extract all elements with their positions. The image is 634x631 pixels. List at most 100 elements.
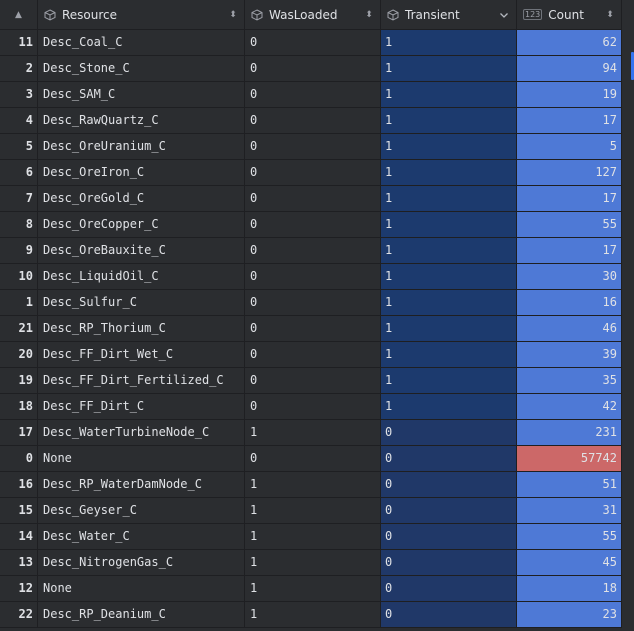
cell-transient[interactable]: 1	[381, 238, 517, 264]
cell-wasloaded[interactable]: 1	[245, 472, 381, 498]
cell-wasloaded[interactable]: 0	[245, 290, 381, 316]
cell-resource[interactable]: Desc_OreGold_C	[38, 186, 245, 212]
cell-count[interactable]: 62	[517, 30, 622, 56]
row-number[interactable]: 18	[0, 394, 38, 420]
column-header-transient[interactable]: Transient	[381, 0, 517, 29]
row-number[interactable]: 1	[0, 290, 38, 316]
cell-resource[interactable]: Desc_LiquidOil_C	[38, 264, 245, 290]
cell-transient[interactable]: 1	[381, 56, 517, 82]
cell-count[interactable]: 51	[517, 472, 622, 498]
cell-count[interactable]: 17	[517, 186, 622, 212]
cell-resource[interactable]: Desc_Water_C	[38, 524, 245, 550]
cell-transient[interactable]: 0	[381, 602, 517, 628]
cell-transient[interactable]: 1	[381, 134, 517, 160]
table-row[interactable]: 5 Desc_OreUranium_C 0 1 5	[0, 134, 622, 160]
row-number[interactable]: 2	[0, 56, 38, 82]
row-number[interactable]: 4	[0, 108, 38, 134]
cell-resource[interactable]: Desc_OreBauxite_C	[38, 238, 245, 264]
cell-resource[interactable]: Desc_Geyser_C	[38, 498, 245, 524]
cell-transient[interactable]: 1	[381, 394, 517, 420]
row-number[interactable]: 9	[0, 238, 38, 264]
cell-wasloaded[interactable]: 1	[245, 576, 381, 602]
cell-transient[interactable]: 1	[381, 108, 517, 134]
row-number[interactable]: 21	[0, 316, 38, 342]
row-number[interactable]: 7	[0, 186, 38, 212]
cell-count[interactable]: 57742	[517, 446, 622, 472]
cell-count[interactable]: 231	[517, 420, 622, 446]
cell-transient[interactable]: 1	[381, 342, 517, 368]
table-row[interactable]: 17 Desc_WaterTurbineNode_C 1 0 231	[0, 420, 622, 446]
cell-wasloaded[interactable]: 0	[245, 238, 381, 264]
cell-transient[interactable]: 1	[381, 30, 517, 56]
row-number[interactable]: 3	[0, 82, 38, 108]
cell-count[interactable]: 31	[517, 498, 622, 524]
table-row[interactable]: 10 Desc_LiquidOil_C 0 1 30	[0, 264, 622, 290]
cell-transient[interactable]: 0	[381, 446, 517, 472]
sort-icon[interactable]: ⬍	[605, 10, 615, 20]
cell-resource[interactable]: Desc_SAM_C	[38, 82, 245, 108]
cell-transient[interactable]: 1	[381, 316, 517, 342]
table-row[interactable]: 6 Desc_OreIron_C 0 1 127	[0, 160, 622, 186]
cell-wasloaded[interactable]: 0	[245, 160, 381, 186]
row-number[interactable]: 16	[0, 472, 38, 498]
cell-wasloaded[interactable]: 0	[245, 82, 381, 108]
cell-resource[interactable]: Desc_OreIron_C	[38, 160, 245, 186]
table-row[interactable]: 18 Desc_FF_Dirt_C 0 1 42	[0, 394, 622, 420]
table-row[interactable]: 7 Desc_OreGold_C 0 1 17	[0, 186, 622, 212]
cell-resource[interactable]: Desc_OreCopper_C	[38, 212, 245, 238]
cell-count[interactable]: 18	[517, 576, 622, 602]
cell-count[interactable]: 35	[517, 368, 622, 394]
cell-wasloaded[interactable]: 1	[245, 524, 381, 550]
table-row[interactable]: 16 Desc_RP_WaterDamNode_C 1 0 51	[0, 472, 622, 498]
cell-resource[interactable]: Desc_FF_Dirt_Wet_C	[38, 342, 245, 368]
cell-transient[interactable]: 1	[381, 368, 517, 394]
row-number[interactable]: 0	[0, 446, 38, 472]
cell-count[interactable]: 55	[517, 524, 622, 550]
cell-count[interactable]: 46	[517, 316, 622, 342]
cell-transient[interactable]: 0	[381, 420, 517, 446]
table-row[interactable]: 12 None 1 0 18	[0, 576, 622, 602]
row-number[interactable]: 22	[0, 602, 38, 628]
cell-transient[interactable]: 0	[381, 524, 517, 550]
table-row[interactable]: 22 Desc_RP_Deanium_C 1 0 23	[0, 602, 622, 628]
cell-count[interactable]: 19	[517, 82, 622, 108]
sort-icon[interactable]: ⬍	[228, 10, 238, 20]
cell-wasloaded[interactable]: 0	[245, 394, 381, 420]
table-row[interactable]: 0 None 0 0 57742	[0, 446, 622, 472]
cell-resource[interactable]: Desc_WaterTurbineNode_C	[38, 420, 245, 446]
cell-resource[interactable]: None	[38, 576, 245, 602]
row-number[interactable]: 13	[0, 550, 38, 576]
cell-count[interactable]: 42	[517, 394, 622, 420]
table-row[interactable]: 9 Desc_OreBauxite_C 0 1 17	[0, 238, 622, 264]
cell-resource[interactable]: Desc_NitrogenGas_C	[38, 550, 245, 576]
cell-transient[interactable]: 1	[381, 160, 517, 186]
cell-resource[interactable]: Desc_FF_Dirt_C	[38, 394, 245, 420]
row-number[interactable]: 20	[0, 342, 38, 368]
cell-wasloaded[interactable]: 0	[245, 56, 381, 82]
table-row[interactable]: 15 Desc_Geyser_C 1 0 31	[0, 498, 622, 524]
cell-count[interactable]: 23	[517, 602, 622, 628]
cell-count[interactable]: 30	[517, 264, 622, 290]
cell-transient[interactable]: 0	[381, 472, 517, 498]
cell-count[interactable]: 17	[517, 108, 622, 134]
cell-resource[interactable]: Desc_FF_Dirt_Fertilized_C	[38, 368, 245, 394]
cell-count[interactable]: 45	[517, 550, 622, 576]
cell-transient[interactable]: 0	[381, 576, 517, 602]
cell-wasloaded[interactable]: 1	[245, 420, 381, 446]
cell-transient[interactable]: 0	[381, 550, 517, 576]
column-header-count[interactable]: 123 Count ⬍	[517, 0, 622, 29]
table-row[interactable]: 13 Desc_NitrogenGas_C 1 0 45	[0, 550, 622, 576]
row-number[interactable]: 6	[0, 160, 38, 186]
row-number[interactable]: 8	[0, 212, 38, 238]
column-header-resource[interactable]: Resource ⬍	[38, 0, 245, 29]
cell-count[interactable]: 5	[517, 134, 622, 160]
table-row[interactable]: 1 Desc_Sulfur_C 0 1 16	[0, 290, 622, 316]
row-number-header[interactable]: ▲	[0, 0, 38, 29]
cell-wasloaded[interactable]: 0	[245, 186, 381, 212]
cell-resource[interactable]: Desc_RP_WaterDamNode_C	[38, 472, 245, 498]
sort-icon[interactable]: ⬍	[364, 10, 374, 20]
cell-transient[interactable]: 1	[381, 82, 517, 108]
chevron-down-icon[interactable]	[498, 9, 510, 21]
table-row[interactable]: 3 Desc_SAM_C 0 1 19	[0, 82, 622, 108]
cell-wasloaded[interactable]: 0	[245, 368, 381, 394]
